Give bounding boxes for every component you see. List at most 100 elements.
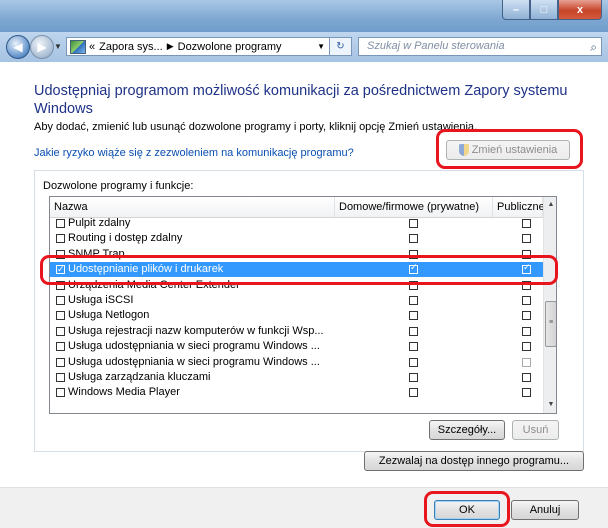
public-network-checkbox-cell (522, 234, 531, 244)
program-enabled-checkbox[interactable] (56, 388, 65, 398)
program-enabled-checkbox[interactable] (56, 234, 65, 244)
maximize-button[interactable]: □ (530, 0, 558, 20)
forward-button[interactable]: ▶ (30, 35, 54, 59)
list-item[interactable]: Usługa udostępniania w sieci programu Wi… (50, 339, 543, 354)
highlight-selected-row (40, 255, 558, 285)
group-label: Dozwolone programy i funkcje: (43, 180, 194, 192)
program-name: Usługa Netlogon (56, 308, 149, 323)
home-network-checkbox[interactable] (409, 357, 418, 367)
cancel-button[interactable]: Anuluj (511, 500, 579, 520)
list-item[interactable]: Routing i dostęp zdalny (50, 231, 543, 246)
public-network-checkbox[interactable] (522, 342, 531, 352)
list-scrollbar[interactable]: ▲ ≡ ▼ (543, 197, 556, 413)
program-name-label: Usługa Netlogon (68, 309, 150, 322)
program-name-label: Routing i dostęp zdalny (68, 232, 183, 245)
dialog-footer: OK Anuluj (0, 487, 608, 528)
programs-list[interactable]: Nazwa Domowe/firmowe (prywatne) Publiczn… (49, 196, 557, 414)
program-enabled-checkbox[interactable] (56, 326, 65, 336)
public-network-checkbox-cell (522, 357, 531, 367)
column-name[interactable]: Nazwa (50, 197, 335, 217)
column-home[interactable]: Domowe/firmowe (prywatne) (335, 197, 493, 217)
public-network-checkbox-cell (522, 311, 531, 321)
home-network-checkbox-cell (409, 373, 418, 382)
home-network-checkbox[interactable] (409, 388, 418, 398)
home-network-checkbox[interactable] (409, 311, 418, 321)
breadcrumb-firewall[interactable]: Zapora sys... (99, 41, 163, 53)
program-enabled-checkbox[interactable] (56, 311, 65, 321)
navigation-bar: ◀ ▶ ▼ « Zapora sys... ▶ Dozwolone progra… (0, 32, 608, 62)
refresh-button[interactable]: ↻ (330, 37, 352, 56)
list-item[interactable]: Usługa rejestracji nazw komputerów w fun… (50, 324, 543, 339)
program-name: Usługa zarządzania kluczami (56, 370, 210, 385)
program-name-label: Usługa udostępniania w sieci programu Wi… (68, 340, 320, 353)
home-network-checkbox[interactable] (409, 234, 418, 244)
close-button[interactable]: x (558, 0, 602, 20)
program-name-label: Usługa zarządzania kluczami (68, 371, 211, 383)
column-public[interactable]: Publiczne (493, 197, 545, 217)
public-network-checkbox-cell (522, 219, 531, 228)
home-network-checkbox-cell (409, 311, 418, 321)
program-enabled-checkbox[interactable] (56, 342, 65, 352)
public-network-checkbox[interactable] (522, 296, 531, 305)
back-button[interactable]: ◀ (6, 35, 30, 59)
list-item[interactable]: Usługa zarządzania kluczami (50, 370, 543, 385)
list-header: Nazwa Domowe/firmowe (prywatne) Publiczn… (50, 197, 545, 218)
scroll-grip-icon: ≡ (549, 319, 554, 326)
window-controls: – □ x (502, 0, 602, 20)
address-bar[interactable]: « Zapora sys... ▶ Dozwolone programy ▼ (66, 37, 330, 56)
allow-another-program-button[interactable]: Zezwalaj na dostęp innego programu... (364, 451, 584, 471)
list-item[interactable]: Usługa iSCSI (50, 293, 543, 308)
recent-pages-dropdown-icon[interactable]: ▼ (54, 42, 62, 51)
public-network-checkbox[interactable] (522, 219, 531, 228)
program-name: Usługa iSCSI (56, 293, 133, 308)
details-button[interactable]: Szczegóły... (429, 420, 505, 440)
scroll-down-icon[interactable]: ▼ (544, 397, 556, 413)
program-enabled-checkbox[interactable] (56, 219, 65, 228)
search-input[interactable]: Szukaj w Panelu sterowania ⌕ (358, 37, 602, 56)
breadcrumb-separator-icon[interactable]: ▶ (167, 41, 174, 52)
scroll-thumb[interactable]: ≡ (545, 301, 556, 347)
public-network-checkbox-cell (522, 342, 531, 352)
list-item[interactable]: Pulpit zdalny (50, 216, 543, 231)
home-network-checkbox-cell (409, 357, 418, 367)
list-item[interactable]: Usługa udostępniania w sieci programu Wi… (50, 355, 543, 370)
public-network-checkbox[interactable] (522, 357, 531, 367)
public-network-checkbox[interactable] (522, 388, 531, 398)
highlight-change-settings (436, 129, 583, 169)
program-name: Usługa udostępniania w sieci programu Wi… (56, 339, 320, 354)
public-network-checkbox[interactable] (522, 311, 531, 321)
breadcrumb-allowed-programs[interactable]: Dozwolone programy (178, 41, 282, 53)
page-title: Udostępniaj programom możliwość komunika… (34, 83, 568, 117)
scroll-up-icon[interactable]: ▲ (544, 197, 556, 213)
home-network-checkbox-cell (409, 234, 418, 244)
minimize-button[interactable]: – (502, 0, 530, 20)
home-network-checkbox[interactable] (409, 326, 418, 336)
remove-button[interactable]: Usuń (512, 420, 559, 440)
list-item[interactable]: Usługa Netlogon (50, 308, 543, 323)
program-enabled-checkbox[interactable] (56, 373, 65, 382)
program-name: Windows Media Player (56, 385, 180, 400)
list-item[interactable]: Windows Media Player (50, 385, 543, 400)
home-network-checkbox-cell (409, 342, 418, 352)
home-network-checkbox[interactable] (409, 342, 418, 352)
search-icon[interactable]: ⌕ (590, 39, 597, 56)
home-network-checkbox[interactable] (409, 219, 418, 228)
address-dropdown-icon[interactable]: ▼ (317, 42, 325, 51)
title-bar: – □ x (0, 0, 608, 32)
public-network-checkbox[interactable] (522, 234, 531, 244)
program-name-label: Usługa iSCSI (68, 294, 134, 306)
breadcrumb-prefix[interactable]: « (89, 41, 95, 53)
home-network-checkbox[interactable] (409, 296, 418, 305)
highlight-ok (424, 491, 510, 527)
program-enabled-checkbox[interactable] (56, 357, 65, 367)
home-network-checkbox[interactable] (409, 373, 418, 382)
allowed-programs-group: Dozwolone programy i funkcje: Nazwa Domo… (34, 170, 584, 452)
public-network-checkbox-cell (522, 296, 531, 305)
program-enabled-checkbox[interactable] (56, 296, 65, 305)
control-panel-icon (70, 39, 86, 54)
public-network-checkbox[interactable] (522, 373, 531, 382)
program-name-label: Pulpit zdalny (68, 217, 131, 229)
public-network-checkbox[interactable] (522, 326, 531, 336)
risk-help-link[interactable]: Jakie ryzyko wiąże się z zezwoleniem na … (34, 147, 354, 159)
program-name: Routing i dostęp zdalny (56, 231, 182, 246)
